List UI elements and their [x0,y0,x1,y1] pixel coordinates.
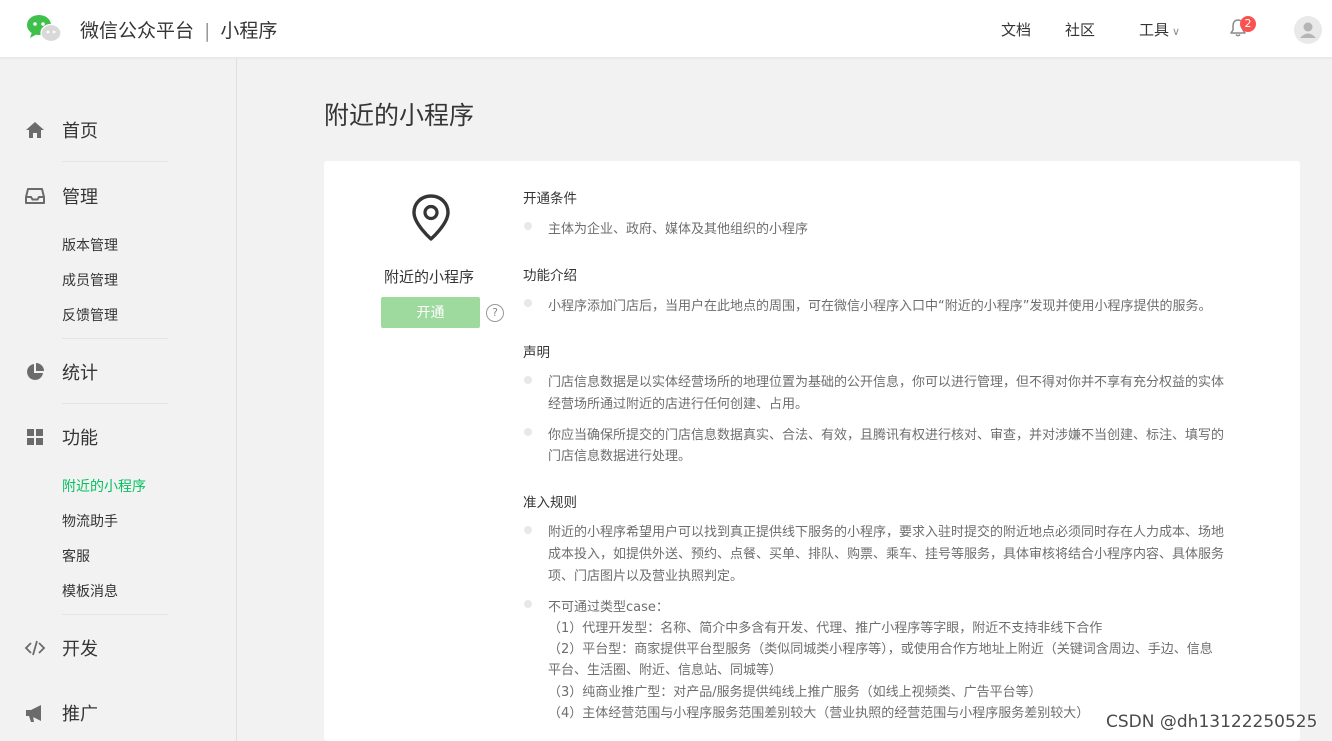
sidebar-item-home-label: 首页 [62,121,98,142]
sidebar-item-version-manage[interactable]: 版本管理 [62,235,118,255]
bullet-dot [524,526,532,534]
rules-2-item-2-line-2: 平台、生活圈、附近、信息站、同城等） [548,663,783,678]
notification-badge: 2 [1240,16,1256,32]
section-title-conditions: 开通条件 [523,191,577,207]
bullet-dot [524,600,532,608]
watermark: CSDN @dh13122250525 [1106,712,1318,732]
sidebar-item-features-label: 功能 [62,428,98,449]
bullet-dot [524,376,532,384]
help-icon[interactable]: ? [486,304,504,322]
rules-1-line-3: 项、门店图片以及营业执照判定。 [548,569,744,584]
rules-2-item-4: （4）主体经营范围与小程序服务范围差别较大（营业执照的经营范围与小程序服务差别较… [548,706,1090,721]
conditions-text: 主体为企业、政府、媒体及其他组织的小程序 [548,222,809,237]
sidebar-item-promote[interactable]: 推广 [24,701,98,725]
section-title-intro: 功能介绍 [523,268,577,284]
sidebar-item-feedback-manage[interactable]: 反馈管理 [62,305,118,325]
rules-2-item-2-line-1: （2）平台型：商家提供平台型服务（类似同城类小程序等），或使用合作方地址上附近（… [548,642,1213,657]
sidebar-item-logistics[interactable]: 物流助手 [62,511,118,531]
sidebar-item-stats[interactable]: 统计 [24,360,98,384]
sidebar-item-customer-service[interactable]: 客服 [62,546,90,566]
code-icon [24,640,46,656]
nav-docs-link[interactable]: 文档 [1001,19,1031,40]
sidebar-item-manage[interactable]: 管理 [24,184,98,208]
bullet-dot [524,428,532,436]
avatar[interactable] [1294,16,1322,44]
sidebar-divider [62,614,168,615]
statement-2-line-1: 你应当确保所提交的门店信息数据真实、合法、有效，且腾讯有权进行核对、审查，并对涉… [548,428,1225,443]
grid-icon [27,429,43,445]
open-button[interactable]: 开通 [381,297,480,328]
inbox-icon [25,188,45,204]
sidebar-item-member-manage[interactable]: 成员管理 [62,270,118,290]
rules-1-line-2: 成本投入，如提供外送、预约、点餐、买单、排队、购票、乘车、挂号等服务，具体审核将… [548,547,1225,562]
statement-2-line-2: 门店信息数据进行处理。 [548,449,692,464]
pie-chart-icon [27,363,44,380]
sidebar-divider [62,403,168,404]
brand-name: 微信公众平台 [80,20,195,42]
sidebar-item-nearby-miniprogram[interactable]: 附近的小程序 [62,476,146,496]
sidebar-item-home[interactable]: 首页 [24,118,98,142]
sidebar-item-features[interactable]: 功能 [24,425,98,449]
feature-name: 附近的小程序 [384,268,475,286]
sidebar-item-template-message[interactable]: 模板消息 [62,581,118,601]
brand-separator: | [204,20,211,42]
sidebar-item-develop[interactable]: 开发 [24,636,98,660]
page-title: 附近的小程序 [324,101,475,130]
rules-2-item-3: （3）纯商业推广型：对产品/服务提供纯线上推广服务（如线上视频类、广告平台等） [548,685,1042,700]
rules-2-item-1: （1）代理开发型：名称、简介中多含有开发、代理、推广小程序等字眼，附近不支持非线… [548,621,1103,636]
rules-2-heading: 不可通过类型case： [548,600,669,615]
wechat-logo-icon [27,15,62,43]
user-icon [1300,22,1316,38]
bullet-dot [524,299,532,307]
rules-1-line-1: 附近的小程序希望用户可以找到真正提供线下服务的小程序，要求入驻时提交的附近地点必… [548,525,1225,540]
chevron-down-icon: ∨ [1172,25,1181,38]
statement-1-line-2: 经营场所通过附近的店进行任何创建、占用。 [548,397,809,412]
sidebar-item-promote-label: 推广 [62,704,98,725]
section-title-statement: 声明 [523,345,550,361]
sidebar: 首页 管理 版本管理 成员管理 反馈管理 统计 功能 附近的小程序 物流助手 客… [0,58,237,741]
nav-community-link[interactable]: 社区 [1065,19,1095,40]
sidebar-item-manage-label: 管理 [62,187,98,208]
statement-1-line-1: 门店信息数据是以实体经营场所的地理位置为基础的公开信息，你可以进行管理，但不得对… [548,375,1225,390]
megaphone-icon [26,705,41,722]
product-name: 小程序 [220,20,278,42]
section-title-rules: 准入规则 [523,495,577,511]
sidebar-divider [62,338,168,339]
sidebar-item-stats-label: 统计 [62,363,98,384]
sidebar-divider [62,161,168,162]
top-header: 微信公众平台 | 小程序 文档 社区 工具 ∨ 2 [0,0,1332,58]
brand-title[interactable]: 微信公众平台 | 小程序 [80,16,277,43]
sidebar-item-develop-label: 开发 [62,639,98,660]
bullet-dot [524,222,532,230]
intro-text: 小程序添加门店后，当用户在此地点的周围，可在微信小程序入口中“附近的小程序”发现… [548,299,1212,314]
location-pin-icon [412,194,450,241]
nav-tools-dropdown[interactable]: 工具 ∨ [1139,19,1180,40]
home-icon [26,122,44,138]
nav-tools-label: 工具 [1139,21,1170,39]
